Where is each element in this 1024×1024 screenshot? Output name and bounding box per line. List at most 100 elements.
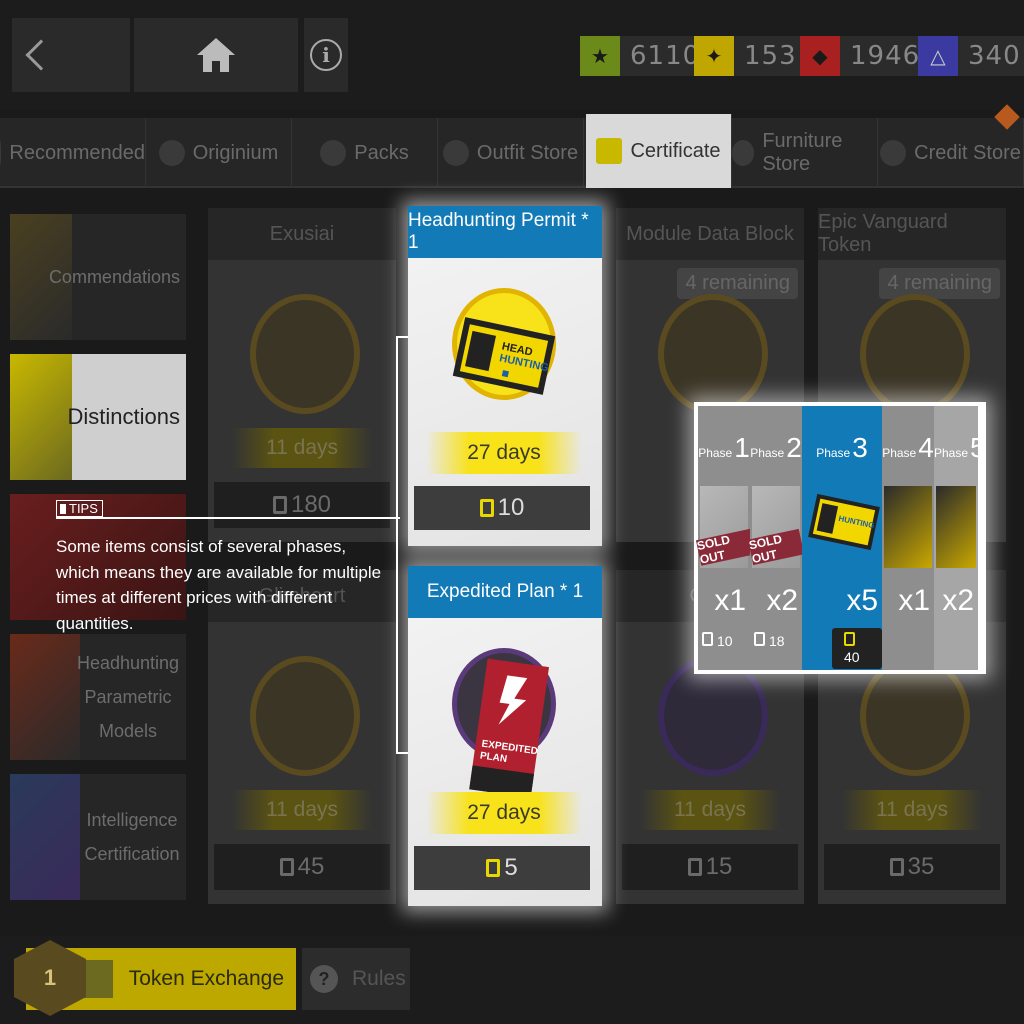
originium-icon [158,140,185,166]
phase-number: 2 [786,432,802,463]
tab-label: Furniture Store [762,130,843,175]
certificate-token-icon [479,499,494,517]
shop-card-expedited-plan[interactable]: Expedited Plan * 1 EXPEDITED PLAN 27 day… [408,566,602,906]
currency-red: ◆ 1946 [800,36,931,76]
remaining-badge: 4 remaining [677,268,798,299]
card-price-value: 15 [705,853,733,880]
phase-quantity: x2 [766,584,798,617]
tab-furniture-store[interactable]: Furniture Store [732,118,878,188]
card-days: 11 days [842,790,982,830]
card-price: 10 [414,486,590,530]
recommended-icon [0,140,2,166]
tab-certificate[interactable]: Certificate [586,114,732,188]
card-price-value: 35 [907,853,935,880]
tab-credit-store[interactable]: Credit Store [878,118,1024,188]
tips-panel: TIPS Some items consist of several phase… [56,500,400,636]
certificate-red-icon: ◆ [800,36,840,76]
phase-cost: 40 [832,628,882,669]
hammer-icon [732,140,755,166]
card-title: Exusiai [208,208,396,260]
sidebar-item-label: Commendations [48,266,180,287]
phase-word: Phase [882,446,917,460]
phase-label: Phase2 [750,432,802,464]
phase-label: Phase5 [934,432,986,464]
tips-connector-line [396,336,398,754]
token-level: 1 [43,965,57,990]
phase-3: Phase3 HUNTING x5 40 [802,406,882,670]
tab-recommended[interactable]: Recommended [0,118,146,188]
tab-label: Packs [354,141,409,164]
phase-quantity: x1 [898,584,930,617]
tab-packs[interactable]: Packs [292,118,438,188]
certificate-yellow-icon: ✦ [694,36,734,76]
sidebar-item-intelligence-certification[interactable]: Intelligence Certification [10,774,186,900]
expedited-plan-icon: EXPEDITED PLAN [469,658,550,798]
home-button[interactable] [134,18,298,92]
certificate-token-icon [754,632,765,646]
vanguard-token-icon [860,656,970,776]
phase-1: Phase1 SOLD OUT x1 10 [696,406,759,670]
headhunting-card-icon [936,486,976,568]
tab-outfit-store[interactable]: Outfit Store [438,118,584,188]
rules-label: Rules [352,967,406,990]
certificate-icon [596,138,623,164]
currency-value: 340 [968,41,1021,71]
tab-originium[interactable]: Originium [146,118,292,188]
hanger-icon [442,140,469,166]
card-title: Module Data Block [616,208,804,260]
headhunting-card-icon: HEAD HUNTING [452,317,556,395]
phase-word: Phase [698,446,733,460]
rules-button[interactable]: ? Rules [302,948,410,1010]
currency-green: ★ 6110 [580,36,711,76]
card-price: 35 [824,844,1000,890]
info-icon: i [310,39,342,71]
sidebar-item-distinctions[interactable]: Distinctions [10,354,186,480]
phase-quantity: x2 [942,584,974,617]
certificate-token-icon [486,859,501,877]
certificate-token-icon [279,858,294,876]
chevron-left-icon [25,39,57,71]
tab-label: Certificate [630,139,721,162]
phase-word: Phase [934,446,969,460]
card-price-value: 5 [504,854,518,881]
remaining-badge: 4 remaining [879,268,1000,299]
phase-cost: 18 [754,632,785,649]
certificate-token-icon [687,858,702,876]
phase-number: 3 [852,432,868,463]
tips-tag: TIPS [56,500,103,517]
card-days: 11 days [232,790,372,830]
parametric-model-icon [10,634,80,760]
chip-icon [658,656,768,776]
question-icon: ? [310,965,338,993]
store-tabs: Recommended Originium Packs Outfit Store… [0,114,1024,188]
sidebar-item-headhunting-models[interactable]: Headhunting Parametric Models [10,634,186,760]
card-title: Epic Vanguard Token [818,208,1006,260]
phase-panel: Phase1 SOLD OUT x1 10 Phase2 SOLD OUT x2… [694,402,986,674]
sidebar-item-commendations[interactable]: Commendations [10,214,186,340]
phase-5: Phase5 x2 [934,406,986,670]
card-price-value: 45 [297,853,325,880]
certificate-token-icon [844,632,855,646]
shop-card-headhunting-permit[interactable]: Headhunting Permit * 1 HEAD HUNTING 27 d… [408,206,602,546]
currency-value: 153 [744,41,797,71]
card-price: 45 [214,844,390,890]
back-button[interactable] [12,18,130,92]
phase-label: Phase3 [802,432,882,464]
tab-label: Credit Store [914,141,1021,164]
currency-blue: △ 340 [918,36,1024,76]
phase-quantity: x5 [846,584,878,617]
home-icon [197,38,235,72]
card-title: Headhunting Permit * 1 [408,206,602,258]
packs-icon [320,140,347,166]
card-title: Expedited Plan * 1 [408,566,602,618]
phase-cost-value: 40 [844,649,860,665]
tab-label: Outfit Store [476,141,579,164]
card-days: 11 days [232,428,372,468]
card-body: HEAD HUNTING 27 days 10 [408,258,602,546]
operator-token-icon [250,294,360,414]
phase-word: Phase [750,446,785,460]
operator-token-icon [250,656,360,776]
headhunting-card-icon [884,486,932,568]
sidebar-item-label: Intelligence Certification [84,809,180,864]
info-button[interactable]: i [304,18,348,92]
